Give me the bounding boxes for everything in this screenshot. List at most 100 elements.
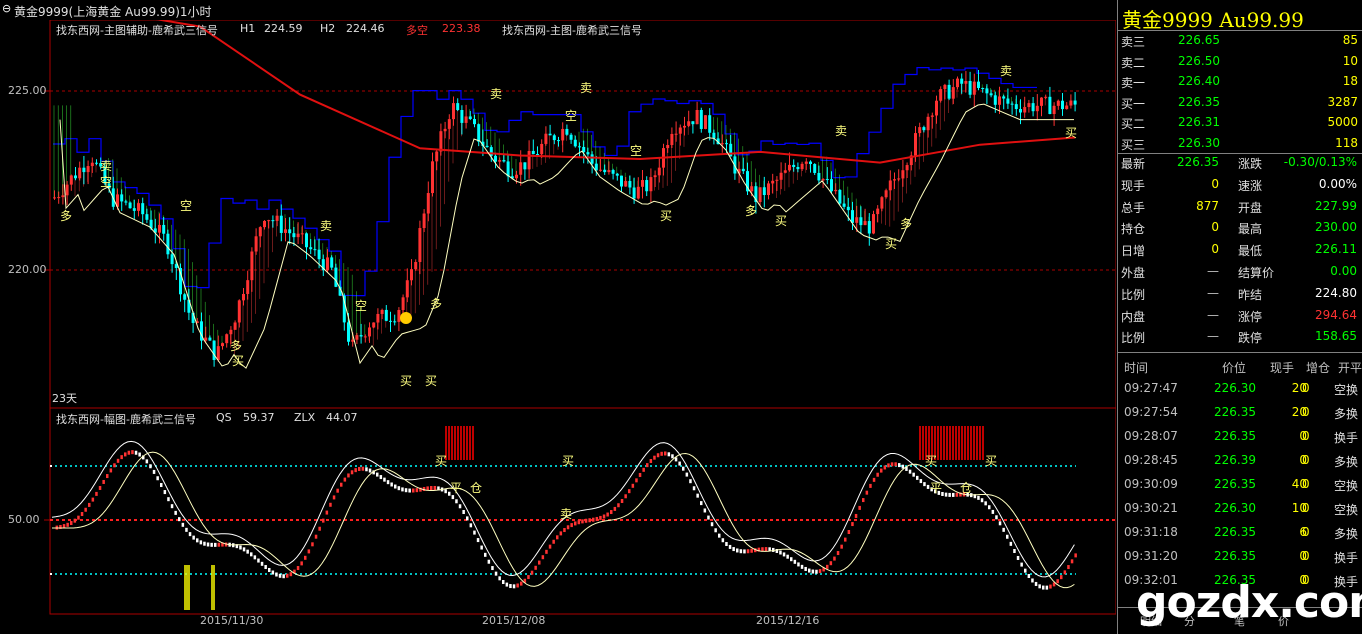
osc-block	[563, 528, 566, 533]
candle-body	[859, 217, 863, 226]
tick-row[interactable]: 09:31:20 226.35 0 0 换手	[1118, 549, 1362, 570]
candle-body	[275, 215, 279, 221]
osc-block	[779, 550, 782, 555]
candle-body	[775, 179, 779, 181]
tick-row[interactable]: 09:27:47 226.30 20 0 空换	[1118, 381, 1362, 402]
osc-block	[739, 549, 743, 554]
signal-label: 空	[100, 175, 112, 189]
osc-block	[862, 498, 865, 503]
osc-block	[149, 464, 152, 469]
osc-block	[840, 544, 843, 549]
osc-block	[257, 558, 260, 563]
osc-block	[1063, 570, 1067, 575]
osc-signal-label: 买	[925, 454, 937, 468]
stat-value-2: 226.11	[1315, 242, 1357, 257]
candle-body	[468, 116, 472, 119]
candle-body	[376, 313, 380, 323]
level-price: 226.31	[1178, 115, 1220, 129]
osc-block	[1020, 562, 1023, 567]
tick-row[interactable]: 09:27:54 226.35 20 0 多换	[1118, 405, 1362, 426]
tick-row[interactable]: 09:31:18 226.35 6 0 多换	[1118, 525, 1362, 546]
sub-indicator-name: 找东西网-幅图-鹿希武三信号	[56, 413, 196, 426]
osc-block	[185, 527, 188, 532]
candle-body	[363, 336, 367, 338]
osc-block	[358, 466, 361, 471]
candle-body	[242, 293, 245, 301]
osc-block	[707, 515, 710, 520]
osc-signal-label: 仓	[470, 481, 482, 495]
candle-body	[502, 160, 506, 162]
candle-body	[624, 181, 628, 187]
tick-row[interactable]: 09:28:07 226.35 0 0 换手	[1118, 429, 1362, 450]
divider	[1118, 30, 1362, 31]
candle-body	[267, 220, 271, 222]
stat-value-2: 0.00%	[1318, 176, 1357, 191]
candle-body	[1073, 100, 1077, 105]
dk-label: 多空	[406, 24, 428, 37]
candle-body	[762, 187, 766, 196]
candle-body	[1065, 105, 1069, 110]
osc-block	[1016, 555, 1020, 560]
stat-label: 比例	[1121, 287, 1146, 302]
stat-value: —	[1207, 264, 1219, 278]
candle-body	[263, 220, 266, 228]
osc-block	[1070, 559, 1074, 564]
osc-block	[178, 517, 181, 522]
candle-body	[305, 233, 308, 248]
osc-block	[163, 490, 167, 495]
candle-body	[431, 161, 434, 194]
tick-row[interactable]: 09:28:45 226.39 0 0 多换	[1118, 453, 1362, 474]
stat-value-2: 158.65	[1315, 329, 1357, 344]
osc-block	[336, 488, 339, 493]
signal-label: 买	[775, 214, 787, 228]
candle-body	[292, 233, 296, 238]
candle-body	[95, 162, 98, 164]
osc-block	[530, 570, 534, 575]
collapse-icon[interactable]: ⊖	[2, 2, 11, 15]
candle-body	[674, 133, 678, 135]
osc-block	[811, 569, 815, 574]
candle-body	[57, 197, 61, 199]
candle-body	[561, 128, 565, 141]
osc-block	[682, 466, 685, 471]
osc-block	[541, 555, 545, 560]
osc-block	[174, 510, 177, 515]
candle-body	[691, 121, 695, 125]
stat-value: 0	[1211, 176, 1219, 191]
candle-body	[972, 81, 976, 95]
stat-value: 0	[1211, 220, 1219, 235]
tick-row[interactable]: 09:30:21 226.30 10 0 空换	[1118, 501, 1362, 522]
osc-block	[617, 503, 620, 508]
tick-time: 09:31:18	[1124, 525, 1178, 539]
osc-block	[361, 466, 365, 471]
osc-block	[732, 547, 735, 552]
osc-block	[95, 491, 98, 496]
signal-label: 买	[1065, 126, 1077, 140]
osc-block	[887, 463, 890, 468]
candle-body	[578, 146, 581, 148]
candle-body	[867, 221, 871, 234]
signal-label: 卖	[100, 159, 112, 173]
osc-signal-label: 平	[450, 481, 462, 495]
osc-block	[289, 572, 293, 577]
candle-body	[998, 96, 1001, 105]
price-chart-svg[interactable]: 多空卖空多买卖空买 买多卖空卖空买 多买卖买多卖买 平仓卖平 仓买买买买	[0, 20, 1116, 634]
tick-time: 09:30:09	[1124, 477, 1178, 491]
candle-body	[393, 321, 397, 323]
chart-area[interactable]: 多空卖空多买卖空买买多卖空卖空买多买卖买多卖买 平仓卖平仓买买买买 找东西网-主…	[0, 20, 1116, 634]
osc-block	[98, 485, 102, 490]
candle-body	[506, 161, 510, 177]
tick-price: 226.35	[1214, 477, 1256, 491]
candle-body	[1031, 103, 1035, 112]
osc-block	[196, 538, 199, 543]
h2-label: H2	[320, 22, 336, 35]
candle-body	[725, 143, 728, 145]
candle-body	[569, 134, 573, 140]
osc-block	[545, 549, 548, 554]
osc-block	[743, 549, 746, 554]
osc-block	[606, 512, 609, 517]
candle-body	[960, 78, 964, 84]
tick-row[interactable]: 09:30:09 226.35 40 0 空换	[1118, 477, 1362, 498]
level-volume: 118	[1335, 135, 1358, 150]
candle-body	[876, 208, 880, 215]
